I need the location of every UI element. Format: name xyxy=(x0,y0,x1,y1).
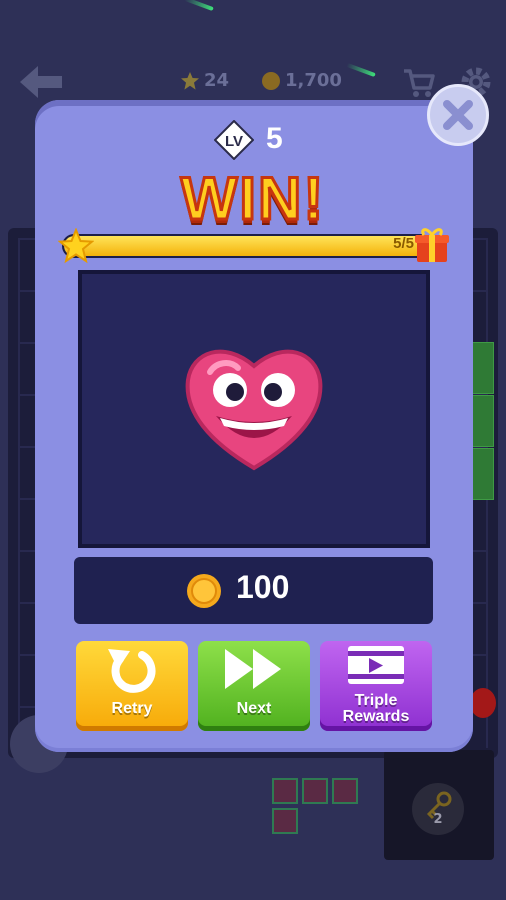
stars-counter: 24 xyxy=(180,70,229,91)
level-number: 5 xyxy=(266,122,283,155)
piece-block[interactable] xyxy=(302,778,328,804)
retry-arrow-icon xyxy=(108,649,156,693)
progress-text: 5/5 xyxy=(393,235,414,252)
key-count: 2 xyxy=(433,812,443,827)
close-icon xyxy=(443,100,473,130)
heart-character-icon xyxy=(185,349,323,471)
key-icon xyxy=(426,791,452,820)
coins-counter: 1,700 xyxy=(261,70,342,91)
piece-block[interactable] xyxy=(332,778,358,804)
retry-label: Retry xyxy=(111,700,153,717)
reward-amount: 100 xyxy=(236,569,290,605)
board-block xyxy=(470,342,494,394)
level-indicator: LV 5 xyxy=(212,118,292,162)
stars-count: 24 xyxy=(204,70,230,91)
gift-icon xyxy=(415,228,449,262)
piece-block[interactable] xyxy=(272,778,298,804)
sparkle xyxy=(346,62,376,78)
sparkle xyxy=(184,0,214,12)
video-play-icon xyxy=(348,646,404,684)
triple-rewards-label-1: Triple xyxy=(354,692,398,709)
board-block xyxy=(470,395,494,447)
fast-forward-icon xyxy=(225,649,281,689)
triple-rewards-label-2: Rewards xyxy=(342,708,410,725)
next-label: Next xyxy=(236,700,272,717)
triple-rewards-button[interactable]: Triple Rewards xyxy=(320,641,432,731)
star-icon xyxy=(181,71,199,90)
coins-count: 1,700 xyxy=(285,70,342,91)
coin-icon xyxy=(187,574,221,608)
star-icon xyxy=(58,228,94,264)
powerup-badge xyxy=(470,688,496,718)
key-powerup[interactable] xyxy=(412,783,464,835)
board-block xyxy=(470,448,494,500)
piece-block[interactable] xyxy=(272,808,298,834)
level-badge-text: LV xyxy=(225,133,243,150)
retry-button[interactable]: Retry xyxy=(76,641,188,731)
coin-icon xyxy=(262,71,280,90)
level-diamond-icon: LV xyxy=(214,120,254,160)
close-button[interactable] xyxy=(427,84,489,146)
win-title: WIN! xyxy=(179,164,326,234)
next-button[interactable]: Next xyxy=(198,641,310,731)
back-arrow-icon[interactable] xyxy=(18,64,64,100)
